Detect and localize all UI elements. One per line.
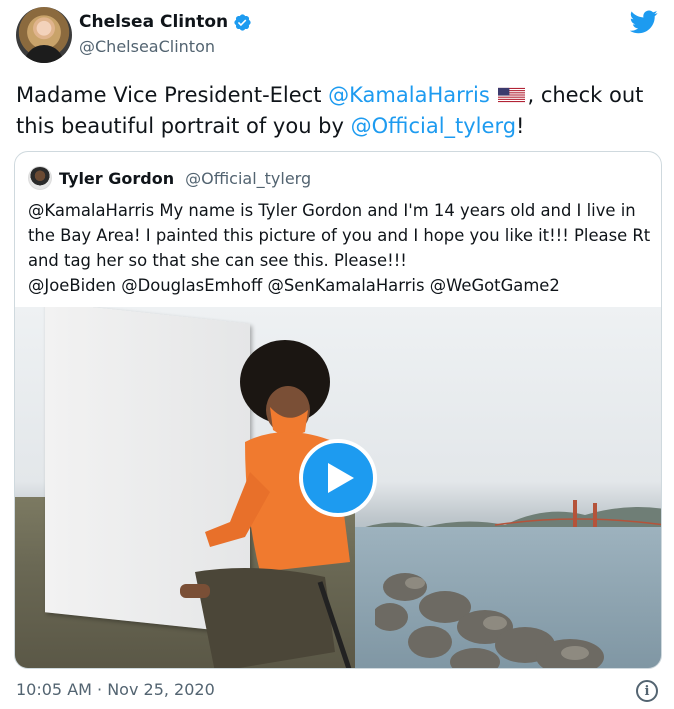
- verified-badge-icon: [234, 13, 251, 31]
- author-display-name[interactable]: Chelsea Clinton: [79, 12, 228, 32]
- quoted-author-name: Tyler Gordon: [59, 168, 175, 188]
- twitter-bird-icon[interactable]: [630, 10, 658, 34]
- quoted-tweet[interactable]: Tyler Gordon @Official_tylerg @KamalaHar…: [14, 151, 662, 669]
- quoted-mention: @KamalaHarris: [28, 201, 155, 220]
- us-flag-icon: [498, 87, 526, 103]
- mention-link[interactable]: @Official_tylerg: [351, 114, 516, 138]
- quoted-mention: @DouglasEmhoff: [121, 276, 263, 295]
- quoted-author-handle: @Official_tylerg: [185, 168, 312, 188]
- play-button[interactable]: [299, 439, 377, 517]
- tweet-card: Chelsea Clinton @ChelseaClinton Madame V…: [0, 0, 674, 709]
- quoted-author-avatar: [28, 166, 52, 190]
- quoted-mention: @WeGotGame2: [429, 276, 560, 295]
- tweet-text: Madame Vice President-Elect @KamalaHarri…: [16, 80, 666, 142]
- rocks: [375, 573, 604, 668]
- timestamp[interactable]: 10:05 AM · Nov 25, 2020: [16, 680, 215, 699]
- video-thumbnail[interactable]: [15, 307, 661, 668]
- tweet-text-part: !: [516, 114, 525, 138]
- play-icon: [328, 463, 354, 493]
- author-avatar[interactable]: [16, 7, 72, 63]
- info-icon[interactable]: i: [636, 680, 658, 702]
- quoted-mention: @JoeBiden: [28, 276, 117, 295]
- tweet-text-part: Madame Vice President-Elect: [16, 83, 329, 107]
- quoted-mention: @SenKamalaHarris: [267, 276, 425, 295]
- author-block: Chelsea Clinton @ChelseaClinton: [79, 12, 252, 56]
- quoted-tweet-header: Tyler Gordon @Official_tylerg: [28, 166, 311, 190]
- author-handle[interactable]: @ChelseaClinton: [79, 37, 252, 56]
- mention-link[interactable]: @KamalaHarris: [328, 83, 490, 107]
- quoted-tweet-text: @KamalaHarris My name is Tyler Gordon an…: [28, 198, 653, 298]
